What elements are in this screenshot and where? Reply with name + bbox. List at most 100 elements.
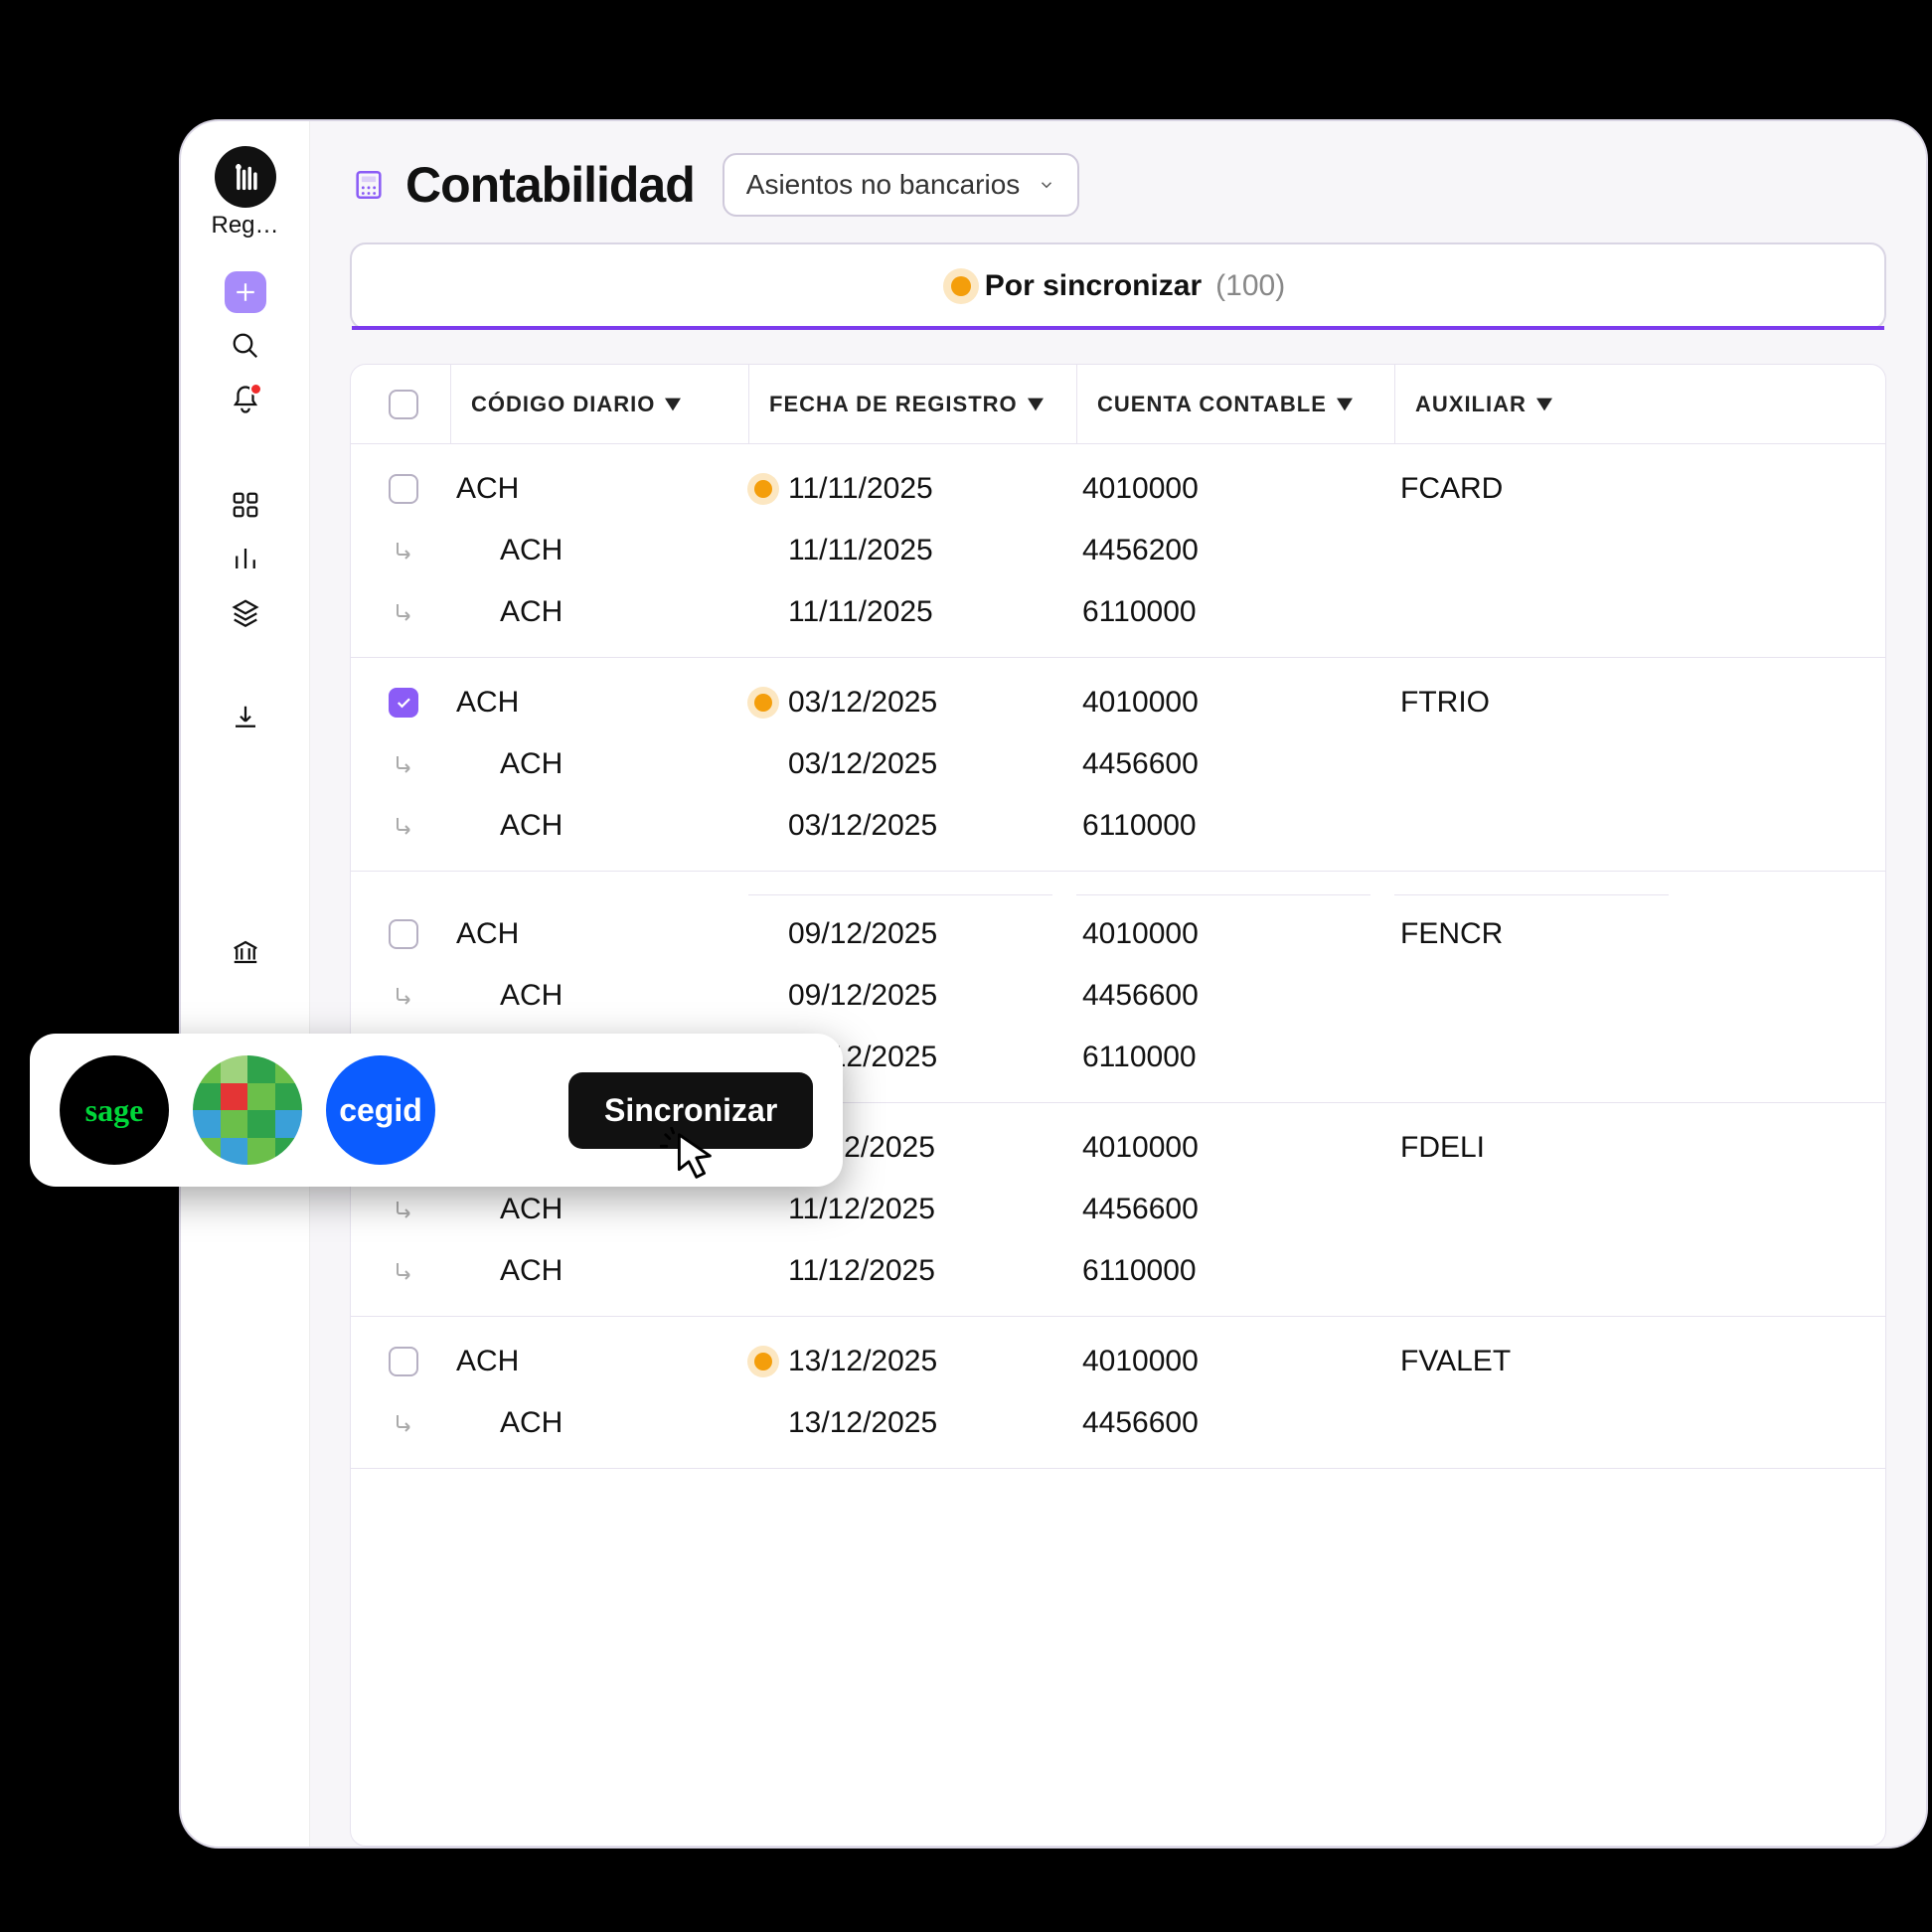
table-row[interactable]: ACH03/12/20256110000: [351, 795, 1885, 857]
cell-codigo: ACH: [456, 1345, 519, 1378]
pending-dot-icon: [754, 480, 772, 498]
main-panel: Contabilidad Asientos no bancarios Por s…: [310, 121, 1926, 1847]
table-row[interactable]: ACH 11/11/2025 6110000: [351, 581, 1885, 643]
sub-entry-arrow-icon: [389, 1411, 418, 1435]
cell-cuenta: 6110000: [1082, 1041, 1197, 1074]
cell-fecha: 11/12/2025: [788, 1193, 935, 1226]
table-row[interactable]: ACH 13/12/2025 4456600: [351, 1392, 1885, 1454]
integration-wolters-kluwer[interactable]: [193, 1055, 302, 1165]
cell-cuenta: 4010000: [1082, 1131, 1199, 1165]
chevron-down-icon: [1038, 176, 1055, 194]
cell-codigo: ACH: [500, 1406, 563, 1440]
table-row[interactable]: ACH 11/11/2025 4010000 FCARD: [351, 458, 1885, 520]
status-dot-icon: [951, 276, 971, 296]
row-checkbox[interactable]: [389, 1347, 418, 1376]
cell-auxiliar: FTRIO: [1400, 686, 1490, 720]
cell-cuenta: 4456600: [1082, 747, 1199, 781]
sort-down-icon: [1028, 398, 1044, 411]
integration-cegid[interactable]: cegid: [326, 1055, 435, 1165]
cell-codigo: ACH: [456, 917, 519, 951]
entry-type-select[interactable]: Asientos no bancarios: [723, 153, 1080, 217]
pending-dot-icon: [754, 694, 772, 712]
cell-codigo: ACH: [500, 747, 563, 781]
select-all-checkbox[interactable]: [389, 390, 418, 419]
brand-logo[interactable]: Reg…: [211, 146, 278, 240]
cell-auxiliar: FVALET: [1400, 1345, 1511, 1378]
table-row[interactable]: ACH03/12/20254010000FTRIO: [351, 672, 1885, 733]
col-fecha[interactable]: FECHA DE REGISTRO: [748, 365, 1076, 443]
col-cuenta[interactable]: CUENTA CONTABLE: [1076, 365, 1394, 443]
cell-cuenta: 4010000: [1082, 686, 1199, 720]
page-title: Contabilidad: [405, 156, 695, 214]
table-row[interactable]: ACH03/12/20254456600: [351, 733, 1885, 795]
cell-auxiliar: FDELI: [1400, 1131, 1485, 1165]
cell-fecha: 03/12/2025: [788, 686, 937, 720]
cell-cuenta: 4456600: [1082, 979, 1199, 1013]
cell-cuenta: 4456200: [1082, 534, 1199, 567]
cell-cuenta: 4456600: [1082, 1406, 1199, 1440]
cell-cuenta: 6110000: [1082, 595, 1197, 629]
sub-entry-arrow-icon: [389, 814, 418, 838]
cell-fecha: 09/12/2025: [788, 979, 937, 1013]
tab-por-sincronizar[interactable]: Por sincronizar (100): [350, 242, 1886, 330]
row-checkbox[interactable]: [389, 919, 418, 949]
cell-fecha: 09/12/2025: [788, 917, 937, 951]
row-checkbox[interactable]: [389, 688, 418, 718]
cell-auxiliar: FCARD: [1400, 472, 1503, 506]
col-auxiliar[interactable]: AUXILIAR: [1394, 365, 1692, 443]
sub-entry-arrow-icon: [389, 752, 418, 776]
app-window: Reg…: [179, 119, 1928, 1849]
sort-down-icon: [1337, 398, 1353, 411]
sort-down-icon: [1536, 398, 1552, 411]
table-row[interactable]: ACH 11/12/2025 4456600: [351, 1179, 1885, 1240]
cell-cuenta: 6110000: [1082, 1254, 1197, 1288]
col-codigo[interactable]: CÓDIGO DIARIO: [450, 365, 748, 443]
sub-entry-arrow-icon: [389, 539, 418, 563]
table-row[interactable]: ACH11/11/20254456200: [351, 520, 1885, 581]
table-row[interactable]: ACH09/12/20254010000FENCR: [351, 903, 1885, 965]
cell-codigo: ACH: [500, 534, 563, 567]
integration-sage[interactable]: sage: [60, 1055, 169, 1165]
add-button[interactable]: [225, 271, 266, 313]
sub-entry-arrow-icon: [389, 600, 418, 624]
cell-cuenta: 4010000: [1082, 1345, 1199, 1378]
cell-fecha: 11/11/2025: [788, 472, 933, 506]
download-icon[interactable]: [225, 697, 266, 738]
integrations-popover: sage cegid Sincronizar: [30, 1034, 843, 1187]
cell-codigo: ACH: [500, 1193, 563, 1226]
cell-codigo: ACH: [500, 595, 563, 629]
dashboard-icon[interactable]: [225, 484, 266, 526]
logo-label: Reg…: [211, 212, 278, 240]
cell-codigo: ACH: [500, 1254, 563, 1288]
cell-fecha: 11/12/2025: [788, 1254, 935, 1288]
cell-fecha: 11/11/2025: [788, 595, 933, 629]
notifications-icon[interactable]: [225, 379, 266, 420]
sub-entry-arrow-icon: [389, 1259, 418, 1283]
tab-count: (100): [1215, 269, 1285, 303]
table-row[interactable]: ACH 09/12/2025 4456600: [351, 965, 1885, 1027]
sort-down-icon: [665, 398, 681, 411]
sync-button[interactable]: Sincronizar: [568, 1072, 813, 1149]
cell-auxiliar: FENCR: [1400, 917, 1503, 951]
cell-codigo: ACH: [500, 979, 563, 1013]
table-header: CÓDIGO DIARIO FECHA DE REGISTRO CUENTA C…: [351, 365, 1885, 444]
entry-group: ACH 13/12/2025 4010000 FVALET ACH 13/12/2025 4…: [351, 1317, 1885, 1469]
select-value: Asientos no bancarios: [746, 169, 1021, 201]
entry-group: ACH11/11/20254010000FCARDACH11/11/202544…: [351, 444, 1885, 658]
pending-dot-icon: [754, 1353, 772, 1370]
cell-fecha: 13/12/2025: [788, 1345, 937, 1378]
cell-fecha: 03/12/2025: [788, 809, 937, 843]
table-row[interactable]: ACH 11/12/2025 6110000: [351, 1240, 1885, 1302]
cell-cuenta: 4010000: [1082, 472, 1199, 506]
cell-cuenta: 4456600: [1082, 1193, 1199, 1226]
bank-icon[interactable]: [225, 931, 266, 973]
calculator-icon: [350, 166, 388, 204]
search-icon[interactable]: [225, 325, 266, 367]
row-checkbox[interactable]: [389, 474, 418, 504]
cell-fecha: 13/12/2025: [788, 1406, 937, 1440]
reports-icon[interactable]: [225, 538, 266, 579]
table-row[interactable]: ACH 13/12/2025 4010000 FVALET: [351, 1331, 1885, 1392]
layers-icon[interactable]: [225, 591, 266, 633]
tab-underline: [352, 326, 1884, 330]
cell-codigo: ACH: [456, 472, 519, 506]
